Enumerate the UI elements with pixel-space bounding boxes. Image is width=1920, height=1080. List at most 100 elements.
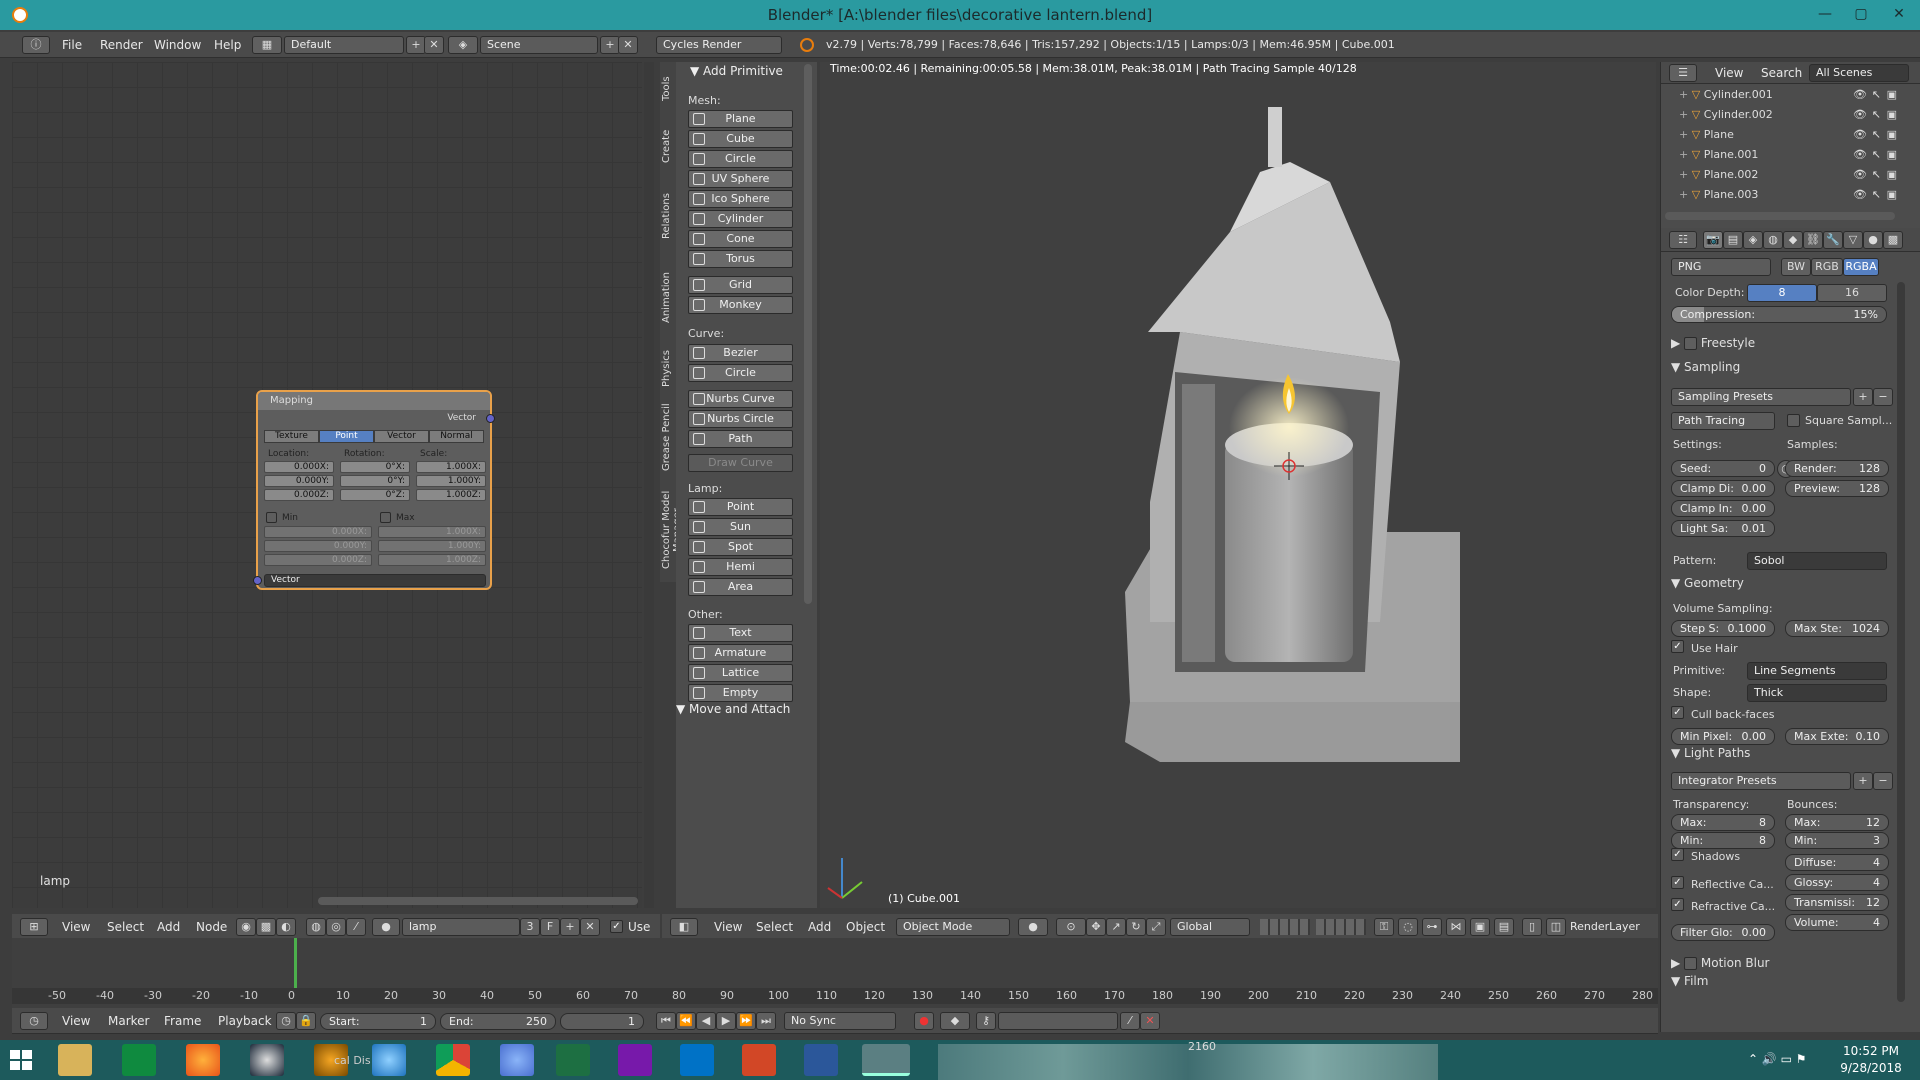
snap-icon[interactable]: ⊶ [1422, 918, 1442, 936]
remove-layout-icon[interactable]: ✕ [424, 36, 444, 54]
add-sampling-preset-icon[interactable]: + [1853, 388, 1873, 406]
clock-date[interactable]: 9/28/2018 [1836, 1061, 1906, 1075]
add-layout-icon[interactable]: + [406, 36, 426, 54]
node-menu-view[interactable]: View [62, 920, 90, 934]
compression-slider[interactable]: Compression: 15% [1671, 306, 1887, 323]
clamp-indirect-field[interactable]: Clamp In: 0.00 [1671, 500, 1775, 517]
shader-type-icon[interactable]: ◉ [236, 918, 256, 936]
renderable-camera-icon[interactable]: ▣ [1887, 168, 1897, 181]
depth-8-button[interactable]: 8 [1747, 284, 1817, 302]
properties-scrollbar[interactable] [1897, 282, 1905, 1002]
3d-viewport[interactable]: Time:00:02.46 | Remaining:00:05.58 | Mem… [820, 62, 1656, 908]
min-z-field[interactable]: Z: 0.000 [264, 554, 372, 566]
vector-output-socket[interactable] [486, 414, 495, 423]
geometry-header[interactable]: ▼ Geometry [1671, 576, 1744, 590]
lamp-area-button[interactable]: Area [688, 578, 793, 596]
rotate-icon[interactable]: ↻ [1126, 918, 1146, 936]
render-samples-field[interactable]: Render: 128 [1785, 460, 1889, 477]
renderable-camera-icon[interactable]: ▣ [1887, 88, 1897, 101]
timeline-menu-frame[interactable]: Frame [164, 1014, 201, 1028]
min-x-field[interactable]: X: 0.000 [264, 526, 372, 538]
sampling-header[interactable]: ▼ Sampling [1671, 360, 1740, 374]
sync-dropdown[interactable]: No Sync [784, 1012, 896, 1030]
render-engine-dropdown[interactable]: Cycles Render [656, 36, 782, 54]
freestyle-header[interactable]: ▶ Freestyle [1671, 336, 1755, 350]
selectable-cursor-icon[interactable]: ↖ [1872, 88, 1881, 101]
transparency-max-field[interactable]: Max: 8 [1671, 814, 1775, 831]
current-frame-line[interactable] [294, 938, 297, 988]
renderable-camera-icon[interactable]: ▣ [1887, 108, 1897, 121]
jump-keyframe-forward-icon[interactable]: ⏩ [736, 1012, 756, 1030]
rotation-z-field[interactable]: Z: 0° [340, 489, 410, 501]
node-editor[interactable]: Mapping Vector Texture Point Vector Norm… [12, 62, 642, 908]
other-lattice-button[interactable]: Lattice [688, 664, 793, 682]
color-rgba-button[interactable]: RGBA [1843, 258, 1879, 276]
jump-start-icon[interactable]: ⏮ [656, 1012, 676, 1030]
step-size-field[interactable]: Step S: 0.1000 [1671, 620, 1775, 637]
scale-icon[interactable]: ⤢ [1146, 918, 1166, 936]
add-scene-icon[interactable]: + [600, 36, 620, 54]
menu-window[interactable]: Window [154, 38, 201, 52]
lock-layers-icon[interactable]: ⚿ [1374, 918, 1394, 936]
max-x-field[interactable]: X: 1.000 [378, 526, 486, 538]
orientation-dropdown[interactable]: Global [1170, 918, 1250, 936]
linestyle-icon[interactable]: ⁄ [346, 918, 366, 936]
max-steps-field[interactable]: Max Ste: 1024 [1785, 620, 1889, 637]
menu-help[interactable]: Help [214, 38, 241, 52]
store-icon[interactable] [122, 1044, 156, 1076]
lamp-spot-button[interactable]: Spot [688, 538, 793, 556]
color-bw-button[interactable]: BW [1781, 258, 1811, 276]
cull-backfaces-checkbox[interactable]: ✓ [1671, 706, 1684, 719]
integrator-presets-dropdown[interactable]: Integrator Presets [1671, 772, 1851, 790]
viewport-menu-add[interactable]: Add [808, 920, 831, 934]
layout-grid-icon[interactable]: ▦ [252, 36, 282, 54]
blender-taskbar-icon[interactable] [862, 1044, 910, 1076]
refractive-caustics-checkbox[interactable]: ✓ [1671, 898, 1684, 911]
tab-normal[interactable]: Normal [429, 430, 484, 443]
curve-bezier-button[interactable]: Bezier [688, 344, 793, 362]
remove-scene-icon[interactable]: ✕ [618, 36, 638, 54]
scale-z-field[interactable]: Z: 1.000 [416, 489, 486, 501]
material-users-count[interactable]: 3 [520, 918, 540, 936]
renderable-camera-icon[interactable]: ▣ [1887, 148, 1897, 161]
layer-buttons-2[interactable] [1316, 919, 1366, 935]
motion-blur-header[interactable]: ▶ Motion Blur [1671, 956, 1769, 970]
start-frame-field[interactable]: Start: 1 [320, 1013, 436, 1030]
render-tab-icon[interactable]: 📷 [1703, 231, 1723, 249]
delete-keyframe-icon[interactable]: ✕ [1140, 1012, 1160, 1030]
render-layer-icon[interactable]: ◫ [1546, 918, 1566, 936]
location-y-field[interactable]: Y: 0.000 [264, 475, 334, 487]
scale-y-field[interactable]: Y: 1.000 [416, 475, 486, 487]
visibility-eye-icon[interactable]: 👁 [1853, 108, 1867, 121]
shadows-checkbox[interactable]: ✓ [1671, 848, 1684, 861]
min-y-field[interactable]: Y: 0.000 [264, 540, 372, 552]
mode-dropdown[interactable]: Object Mode [896, 918, 1010, 936]
minimize-button[interactable]: — [1810, 0, 1840, 30]
tab-vector[interactable]: Vector [374, 430, 429, 443]
chrome-icon[interactable] [436, 1044, 470, 1076]
timeline[interactable]: -50 -40 -30 -20 -10 0 10 20 30 40 50 60 70 80 90 100 110… [12, 938, 1658, 1010]
lamp-sun-button[interactable]: Sun [688, 518, 793, 536]
record-icon[interactable]: ● [914, 1012, 934, 1030]
outliner-item[interactable]: + ▽ Plane.002 👁 ↖ ▣ [1679, 168, 1899, 186]
shading-mode-icon[interactable]: ● [1018, 918, 1048, 936]
expand-icon[interactable]: + [1679, 168, 1692, 181]
opengl-anim-icon[interactable]: ▤ [1494, 918, 1514, 936]
selectable-cursor-icon[interactable]: ↖ [1872, 148, 1881, 161]
node-menu-select[interactable]: Select [107, 920, 144, 934]
mesh-uv-sphere-button[interactable]: UV Sphere [688, 170, 793, 188]
outliner-item[interactable]: + ▽ Plane 👁 ↖ ▣ [1679, 128, 1899, 146]
lamp-hemi-button[interactable]: Hemi [688, 558, 793, 576]
keying-set-field[interactable] [998, 1012, 1118, 1030]
outliner-menu-search[interactable]: Search [1761, 66, 1802, 80]
tool-tab-tools[interactable]: Tools [661, 66, 675, 112]
renderable-camera-icon[interactable]: ▣ [1887, 128, 1897, 141]
outliner-scrollbar[interactable] [1665, 212, 1895, 220]
current-frame-field[interactable]: 1 [560, 1013, 644, 1030]
lamp-point-button[interactable]: Point [688, 498, 793, 516]
expand-icon[interactable]: + [1679, 148, 1692, 161]
preview-range-icon[interactable]: ◷ [276, 1012, 296, 1030]
max-checkbox[interactable] [380, 512, 391, 523]
square-samples-checkbox[interactable] [1787, 414, 1800, 427]
world-shader-icon[interactable]: ◎ [326, 918, 346, 936]
